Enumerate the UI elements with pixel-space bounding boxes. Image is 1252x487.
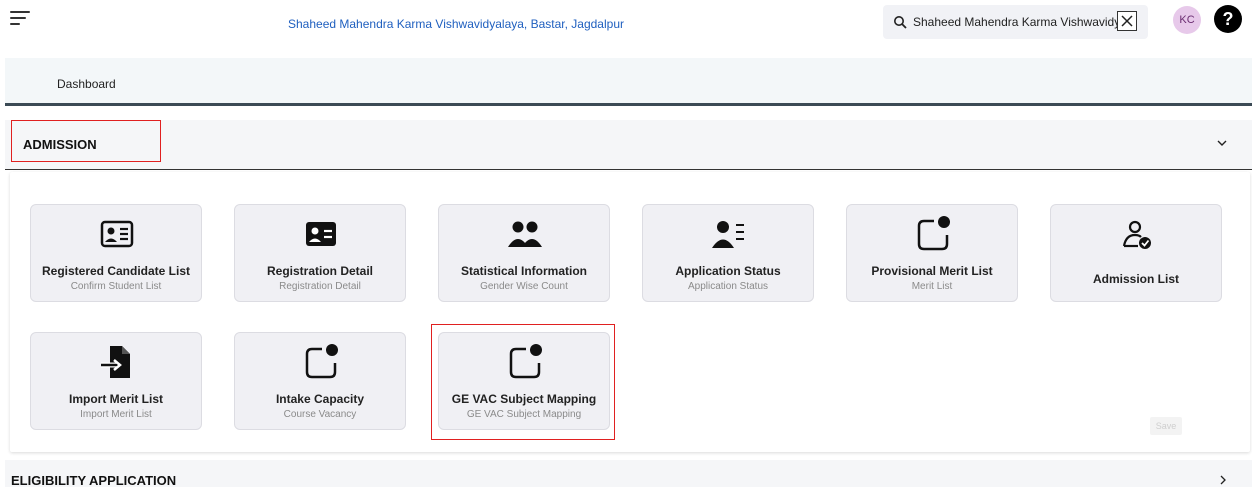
eligibility-section-title: ELIGIBILITY APPLICATION — [11, 473, 177, 487]
tile-title: Provisional Merit List — [871, 264, 993, 278]
search-input[interactable]: Shaheed Mahendra Karma Vishwavidyalaya, … — [913, 15, 1123, 29]
help-icon[interactable]: ? — [1214, 5, 1242, 33]
tile-subtitle: Gender Wise Count — [480, 281, 568, 292]
file-import-icon — [101, 346, 130, 378]
id-card-filled-icon — [306, 222, 336, 246]
ge-vac-highlight — [431, 324, 615, 440]
top-bar: Shaheed Mahendra Karma Vishwavidyalaya, … — [0, 0, 1252, 58]
user-list-icon — [712, 221, 744, 248]
tile-title: Registration Detail — [266, 264, 374, 278]
tile-subtitle: Import Merit List — [80, 409, 152, 420]
tile-registration-detail[interactable]: Registration Detail Registration Detail — [234, 204, 406, 302]
user-check-icon — [1122, 220, 1151, 249]
notification-square-icon — [917, 216, 950, 251]
tile-subtitle: Confirm Student List — [70, 281, 162, 292]
search-icon — [894, 16, 907, 29]
admission-tiles-panel: Registered Candidate List Confirm Studen… — [10, 172, 1250, 452]
notification-square-icon — [305, 344, 338, 379]
tile-provisional-merit-list[interactable]: Provisional Merit List Merit List — [846, 204, 1018, 302]
tile-title: Intake Capacity — [275, 392, 365, 406]
admission-section-header[interactable]: ADMISSION — [5, 120, 1252, 170]
tile-import-merit-list[interactable]: Import Merit List Import Merit List — [30, 332, 202, 430]
tile-title: Statistical Information — [460, 264, 588, 278]
users-icon — [508, 221, 542, 247]
tile-title: Application Status — [675, 264, 781, 278]
search-box[interactable]: Shaheed Mahendra Karma Vishwavidyalaya, … — [883, 5, 1148, 39]
clear-search-button[interactable] — [1117, 11, 1137, 31]
breadcrumb[interactable]: Dashboard — [57, 77, 116, 91]
tile-subtitle: Course Vacancy — [283, 409, 357, 420]
tile-intake-capacity[interactable]: Intake Capacity Course Vacancy — [234, 332, 406, 430]
id-card-icon — [100, 220, 134, 248]
eligibility-section-header[interactable]: ELIGIBILITY APPLICATION — [5, 460, 1252, 487]
menu-icon[interactable] — [10, 10, 32, 28]
save-button[interactable]: Save — [1150, 417, 1182, 435]
tile-title: Registered Candidate List — [41, 264, 191, 278]
close-icon — [1121, 15, 1133, 27]
tile-statistical-information[interactable]: Statistical Information Gender Wise Coun… — [438, 204, 610, 302]
admission-title-highlight: ADMISSION — [11, 120, 161, 162]
tile-registered-candidate-list[interactable]: Registered Candidate List Confirm Studen… — [30, 204, 202, 302]
chevron-right-icon[interactable] — [1219, 475, 1227, 485]
tile-title: Admission List — [1092, 272, 1179, 286]
tile-subtitle: Merit List — [911, 281, 953, 292]
breadcrumb-bar: Dashboard — [5, 58, 1252, 106]
avatar[interactable]: KC — [1173, 6, 1201, 34]
chevron-down-icon[interactable] — [1217, 138, 1227, 148]
tile-subtitle: Registration Detail — [279, 281, 361, 292]
tile-title: Import Merit List — [68, 392, 163, 406]
admission-section-title: ADMISSION — [23, 137, 97, 152]
university-title: Shaheed Mahendra Karma Vishwavidyalaya, … — [288, 17, 624, 31]
tile-application-status[interactable]: Application Status Application Status — [642, 204, 814, 302]
tile-subtitle: Application Status — [687, 281, 769, 292]
tile-admission-list[interactable]: Admission List — [1050, 204, 1222, 302]
